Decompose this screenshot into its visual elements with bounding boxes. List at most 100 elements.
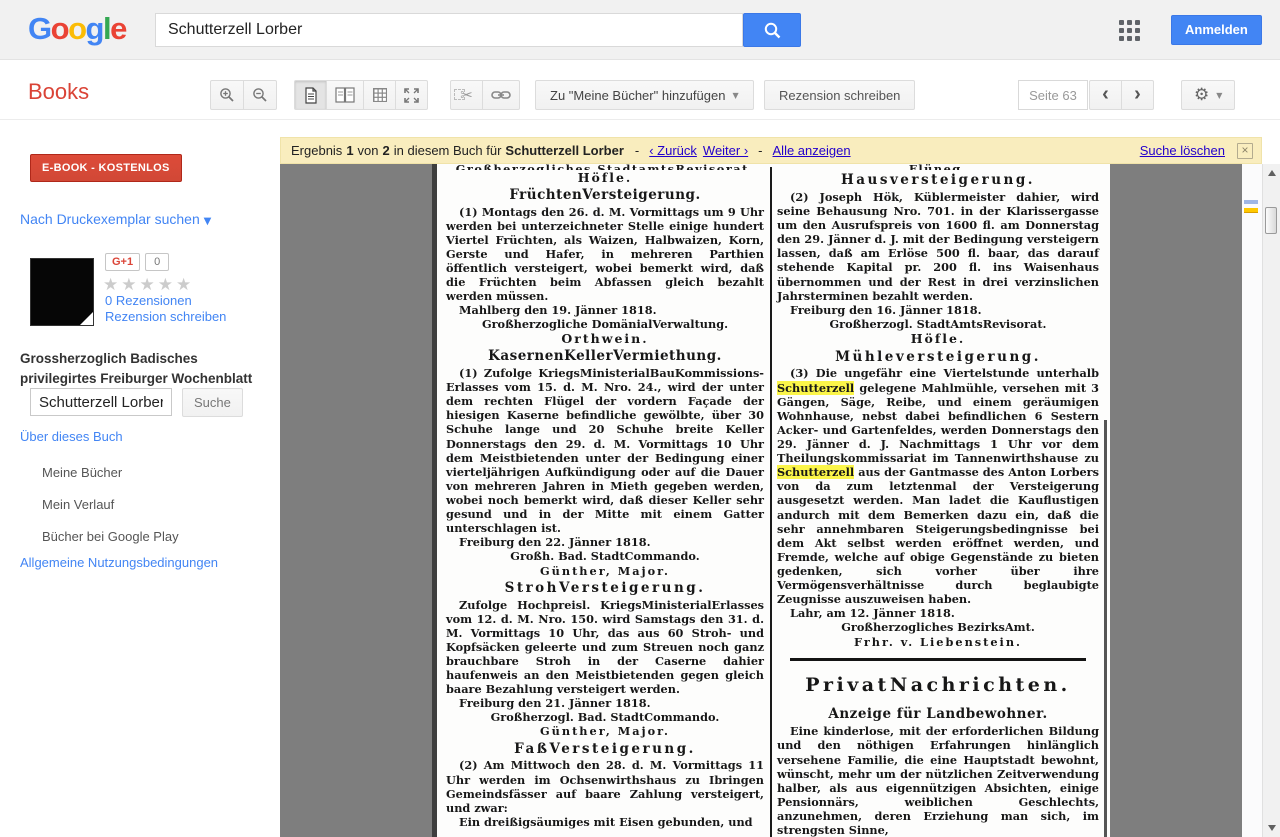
column-divider: [770, 167, 772, 837]
scan-block-sig: Großherzogl. Bad. StadtCommando.: [446, 710, 764, 724]
scan-block-date: Freiburg den 21. Jänner 1818.: [446, 696, 764, 710]
reviews-count-link[interactable]: 0 Rezensionen: [105, 293, 192, 308]
gear-icon: ⚙: [1194, 85, 1209, 105]
add-to-my-books-label: Zu "Meine Bücher" hinzufügen: [550, 88, 725, 103]
zoom-out-button[interactable]: [243, 80, 277, 110]
write-review-button[interactable]: Rezension schreiben: [764, 80, 915, 110]
fullscreen-button[interactable]: [395, 80, 428, 110]
single-page-icon: [304, 87, 318, 104]
results-prefix: Ergebnis: [291, 143, 342, 158]
viewer-canvas: Großherzogliches StadtamtsRevisorat.Höfl…: [280, 164, 1242, 837]
link-button[interactable]: [482, 80, 520, 110]
gplus-button[interactable]: G+1: [105, 253, 140, 271]
chevron-down-icon: ▼: [1216, 91, 1222, 100]
page-column-left: Großherzogliches StadtamtsRevisorat.Höfl…: [446, 167, 764, 837]
books-logo[interactable]: Books: [28, 79, 89, 105]
scroll-up-arrow[interactable]: [1268, 170, 1276, 176]
ebook-free-button[interactable]: E-BOOK - KOSTENLOS: [30, 154, 182, 182]
chevron-right-icon: ›: [1134, 84, 1141, 107]
sidebar-item-my-books[interactable]: Meine Bücher: [42, 465, 122, 480]
grid-icon: [373, 88, 387, 102]
write-review-sidebar-link[interactable]: Rezension schreiben: [105, 309, 226, 324]
scan-block-big: PrivatNachrichten.: [777, 674, 1099, 698]
star-icon: ★: [103, 275, 121, 295]
logo-letter: g: [86, 11, 103, 46]
scan-block-spaced: Mühleversteigerung.: [777, 349, 1099, 366]
next-page-button[interactable]: ›: [1121, 80, 1154, 110]
sidebar-item-my-history[interactable]: Mein Verlauf: [42, 497, 114, 512]
scan-block-date: Mahlberg den 19. Jänner 1818.: [446, 303, 764, 317]
logo-letter: o: [51, 11, 68, 46]
star-icon: ★: [158, 275, 176, 295]
scan-block-center: Orthwein.: [446, 331, 764, 347]
book-title-line2: privilegirtes Freiburger Wochenblatt: [20, 369, 260, 389]
search-hit-highlight: Schutterzell: [777, 465, 854, 479]
scrollbar-thumb[interactable]: [1265, 207, 1277, 234]
gplus-count-badge: 0: [145, 253, 169, 271]
scan-block-heading: Anzeige für Landbewohner.: [777, 706, 1099, 723]
scan-block-heading: FrüchtenVersteigerung.: [446, 187, 764, 204]
in-book-search-input[interactable]: [30, 388, 172, 416]
scan-block-center: Höfle.: [777, 331, 1099, 347]
close-icon[interactable]: ×: [1237, 143, 1253, 159]
book-title: Grossherzoglich Badisches privilegirtes …: [20, 349, 260, 389]
previous-result-link[interactable]: ‹ Zurück: [649, 143, 697, 158]
view-all-results-link[interactable]: Alle anzeigen: [773, 143, 851, 158]
clip-button[interactable]: ✂: [450, 80, 483, 110]
write-review-label: Rezension schreiben: [779, 88, 900, 103]
signin-button[interactable]: Anmelden: [1171, 15, 1262, 45]
separator: -: [635, 143, 639, 158]
results-current: 1: [346, 143, 353, 158]
apps-grid-icon[interactable]: [1119, 20, 1140, 41]
scan-block-date: Freiburg den 22. Jänner 1818.: [446, 535, 764, 549]
scan-block-sig: Großherzogliche DomänialVerwaltung.: [446, 317, 764, 331]
book-cover-thumbnail[interactable]: [30, 258, 94, 326]
search-hit-gutter: [1242, 164, 1262, 837]
search-icon: [763, 21, 782, 40]
scan-block-clipped: Flüneg.: [777, 164, 1099, 170]
results-suffix: in diesem Buch für: [394, 143, 502, 158]
scan-block-spaced: StrohVersteigerung.: [446, 580, 764, 597]
scan-block-body: (3) Die ungefähr eine Viertelstunde unte…: [777, 366, 1099, 606]
sidebar: E-BOOK - KOSTENLOS Nach Druckexemplar su…: [0, 121, 280, 837]
scanned-page: Großherzogliches StadtamtsRevisorat.Höfl…: [432, 164, 1110, 837]
page-column-right: Flüneg.Hausversteigerung.(2) Joseph Hök,…: [777, 167, 1099, 837]
scan-block-sig2: Günther, Major.: [446, 724, 764, 738]
results-total: 2: [383, 143, 390, 158]
vertical-scrollbar[interactable]: [1262, 164, 1280, 837]
chevron-left-icon: ‹: [1102, 84, 1109, 107]
scan-block-sig: Großherzogl. StadtAmtsRevisorat.: [777, 317, 1099, 331]
scissors-icon: ✂: [460, 86, 473, 104]
logo-letter: G: [28, 11, 51, 46]
page-number-input[interactable]: [1018, 80, 1088, 110]
thumbnail-view-button[interactable]: [363, 80, 396, 110]
star-rating[interactable]: ★★★★★: [103, 275, 194, 295]
scan-block-spaced: FaßVersteigerung.: [446, 741, 764, 758]
single-page-view-button[interactable]: [294, 80, 327, 110]
find-print-copy-link[interactable]: Nach Druckexemplar suchen ▼: [20, 211, 211, 227]
google-logo[interactable]: Google: [28, 11, 126, 47]
add-to-my-books-dropdown[interactable]: Zu "Meine Bücher" hinzufügen ▼: [535, 80, 754, 110]
sidebar-item-books-on-google-play[interactable]: Bücher bei Google Play: [42, 529, 179, 544]
logo-letter: e: [110, 11, 126, 46]
chevron-down-icon: ▼: [204, 216, 212, 227]
settings-button[interactable]: ⚙ ▼: [1181, 80, 1235, 110]
star-icon: ★: [140, 275, 158, 295]
terms-of-service-link[interactable]: Allgemeine Nutzungsbedingungen: [20, 555, 218, 570]
zoom-out-icon: [252, 87, 268, 103]
header-search-button[interactable]: [743, 13, 801, 47]
two-page-view-button[interactable]: [326, 80, 364, 110]
next-result-link[interactable]: Weiter ›: [703, 143, 748, 158]
header-search-input[interactable]: [155, 13, 743, 47]
scan-block-body: (1) Montags den 26. d. M. Vormittags um …: [446, 205, 764, 304]
clear-search-link[interactable]: Suche löschen: [1140, 143, 1225, 158]
star-icon: ★: [176, 275, 194, 295]
scroll-down-arrow[interactable]: [1268, 825, 1276, 831]
scan-block-center: Höfle.: [446, 170, 764, 186]
about-this-book-link[interactable]: Über dieses Buch: [20, 429, 123, 444]
zoom-in-button[interactable]: [210, 80, 244, 110]
page-fold-decoration: [80, 312, 93, 325]
in-book-search-button[interactable]: Suche: [182, 388, 243, 417]
previous-page-button[interactable]: ‹: [1089, 80, 1122, 110]
logo-letter: o: [68, 11, 85, 46]
